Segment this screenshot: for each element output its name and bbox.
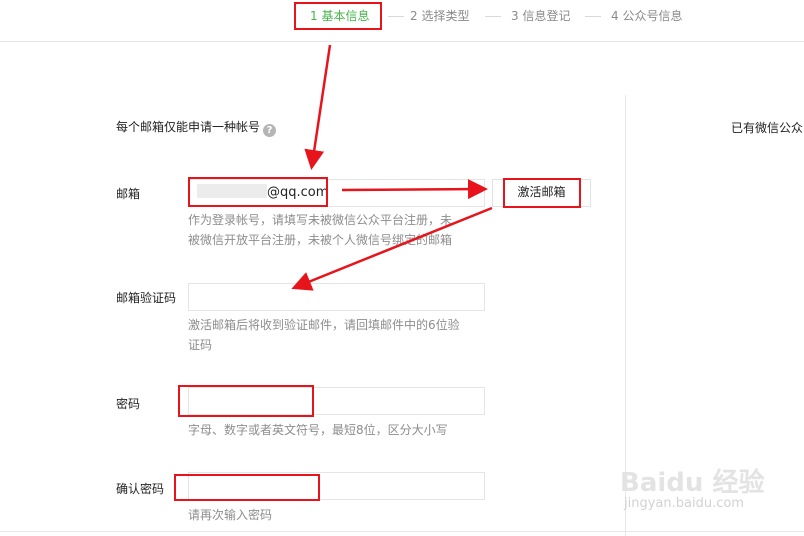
arrow-icon [291, 206, 493, 291]
arrow-icon [304, 44, 332, 170]
annotation-arrows [291, 44, 493, 291]
arrow-icon [341, 179, 488, 200]
